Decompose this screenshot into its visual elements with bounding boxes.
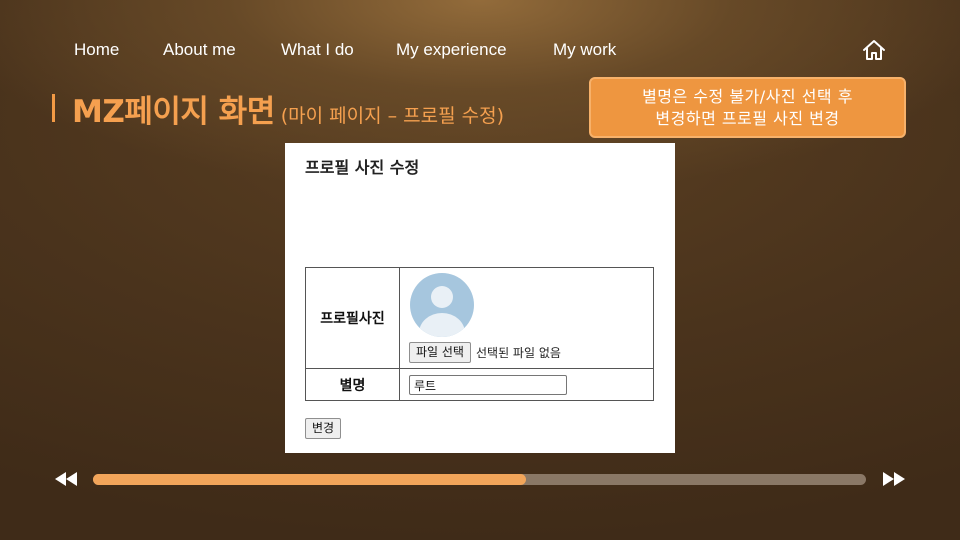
choose-file-button[interactable]: 파일 선택 xyxy=(409,342,471,363)
photo-label: 프로필사진 xyxy=(305,267,400,369)
profile-edit-panel: 프로필 사진 수정 프로필사진 파일 선택 선택된 파일 없음 별명 변경 xyxy=(285,143,675,453)
page-title-main: MZ페이지 화면 xyxy=(72,94,275,130)
file-picker: 파일 선택 선택된 파일 없음 xyxy=(409,342,561,363)
callout-line-2: 변경하면 프로필 사진 변경 xyxy=(655,109,840,128)
profile-form-table: 프로필사진 파일 선택 선택된 파일 없음 별명 xyxy=(305,267,654,401)
home-icon[interactable] xyxy=(861,38,887,62)
page-title: MZ페이지 화면 (마이 페이지 – 프로필 수정) xyxy=(72,86,504,131)
avatar-placeholder-icon xyxy=(410,273,474,337)
change-button[interactable]: 변경 xyxy=(305,418,342,439)
progress-fill xyxy=(93,474,526,485)
nickname-input[interactable] xyxy=(409,375,567,395)
title-accent-bar xyxy=(52,94,55,122)
progress-track[interactable] xyxy=(93,474,866,485)
fast-forward-icon[interactable] xyxy=(882,471,906,487)
nickname-label: 별명 xyxy=(305,368,400,401)
callout-line-1: 별명은 수정 불가/사진 선택 후 xyxy=(642,87,853,106)
photo-row: 프로필사진 파일 선택 선택된 파일 없음 xyxy=(305,267,654,369)
nav-work-link[interactable]: My work xyxy=(553,40,616,60)
photo-cell: 파일 선택 선택된 파일 없음 xyxy=(399,267,654,369)
nav-about-link[interactable]: About me xyxy=(163,40,236,60)
rewind-icon[interactable] xyxy=(54,471,78,487)
file-status-text: 선택된 파일 없음 xyxy=(475,346,561,360)
top-nav: Home About me What I do My experience My… xyxy=(0,36,960,64)
profile-edit-heading: 프로필 사진 수정 xyxy=(305,158,420,177)
nav-home-link[interactable]: Home xyxy=(74,40,119,60)
page-title-sub: (마이 페이지 – 프로필 수정) xyxy=(280,105,505,127)
nav-experience-link[interactable]: My experience xyxy=(396,40,507,60)
nav-what-i-do-link[interactable]: What I do xyxy=(281,40,354,60)
nickname-cell xyxy=(399,368,654,401)
nickname-row: 별명 xyxy=(305,368,654,401)
note-callout: 별명은 수정 불가/사진 선택 후 변경하면 프로필 사진 변경 xyxy=(589,77,906,138)
